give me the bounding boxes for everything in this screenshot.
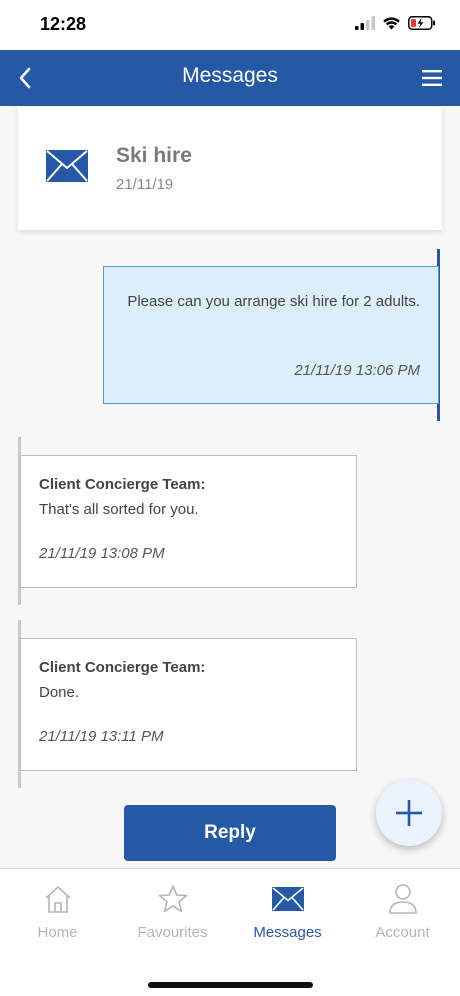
tab-favourites[interactable]: Favourites xyxy=(115,881,230,941)
thread-header-card: Ski hire 21/11/19 xyxy=(18,106,442,230)
status-bar: 12:28 xyxy=(0,0,460,50)
star-icon xyxy=(158,885,187,913)
menu-button[interactable] xyxy=(418,64,446,92)
tab-bar: Home Favourites Messages Account xyxy=(0,868,460,996)
tab-label: Home xyxy=(37,924,78,941)
message-timestamp: 21/11/19 13:08 PM xyxy=(39,545,165,562)
battery-charging-icon xyxy=(408,16,435,30)
message-timestamp: 21/11/19 13:06 PM xyxy=(294,362,420,379)
tab-account[interactable]: Account xyxy=(345,881,460,941)
tab-label: Account xyxy=(375,924,430,941)
status-time: 12:28 xyxy=(40,14,87,34)
thread-date: 21/11/19 xyxy=(116,176,174,193)
message-timestamp: 21/11/19 13:11 PM xyxy=(39,728,164,745)
envelope-icon xyxy=(46,150,88,182)
status-icons xyxy=(355,16,436,30)
hamburger-menu-icon xyxy=(422,70,442,86)
add-button[interactable] xyxy=(376,780,442,846)
message-text: That's all sorted for you. xyxy=(39,501,199,518)
thread-subject: Ski hire xyxy=(116,144,192,167)
cellular-signal-icon xyxy=(355,16,375,30)
message-text: Please can you arrange ski hire for 2 ad… xyxy=(127,293,420,310)
outgoing-message: Please can you arrange ski hire for 2 ad… xyxy=(103,266,439,404)
tab-label: Favourites xyxy=(137,924,208,941)
message-sender: Client Concierge Team: xyxy=(39,476,206,493)
nav-bar: Messages xyxy=(0,50,460,106)
user-icon xyxy=(388,884,417,914)
page-title: Messages xyxy=(182,64,278,87)
message-text: Done. xyxy=(39,684,80,701)
incoming-message: Client Concierge Team: Done. 21/11/19 13… xyxy=(20,638,357,771)
incoming-message: Client Concierge Team: That's all sorted… xyxy=(20,455,357,588)
home-icon xyxy=(44,886,71,913)
tab-messages[interactable]: Messages xyxy=(230,881,345,941)
tab-label: Messages xyxy=(253,924,322,941)
tab-home[interactable]: Home xyxy=(0,881,115,941)
envelope-icon xyxy=(271,887,304,911)
home-indicator xyxy=(148,982,313,988)
plus-icon xyxy=(396,800,422,826)
wifi-icon xyxy=(383,17,400,30)
reply-button[interactable]: Reply xyxy=(124,805,336,861)
message-sender: Client Concierge Team: xyxy=(39,659,206,676)
